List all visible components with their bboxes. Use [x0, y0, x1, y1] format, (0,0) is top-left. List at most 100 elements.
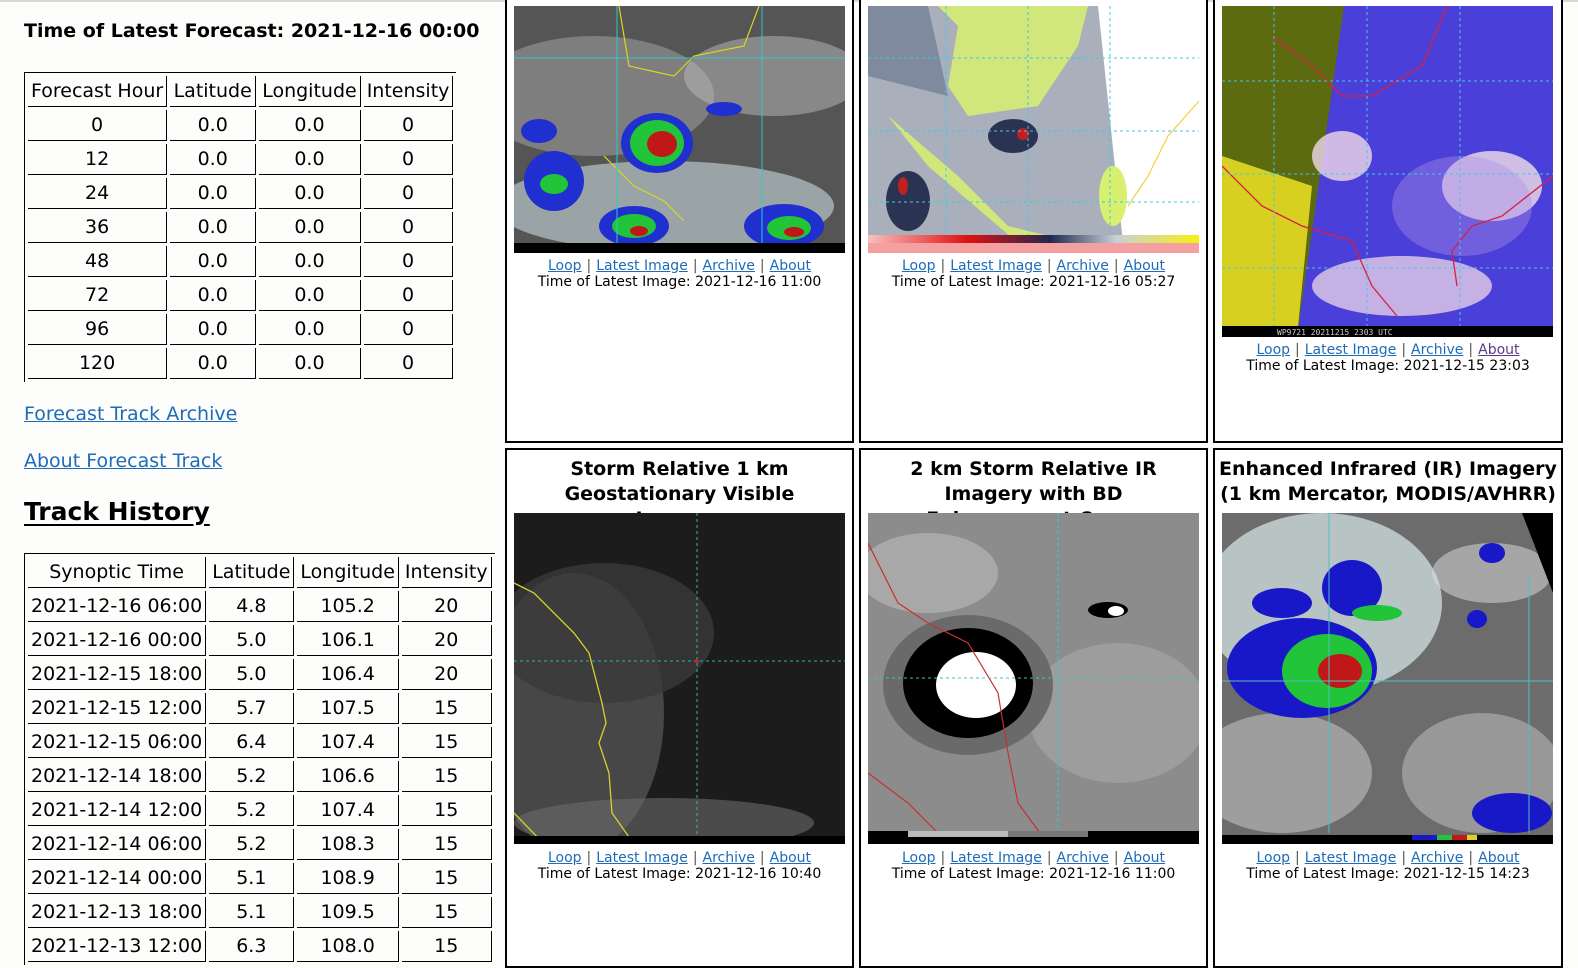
latest-image-time: Time of Latest Image: 2021-12-16 11:00 [537, 274, 822, 290]
forecast-table-header: Forecast Hour Latitude Longitude Intensi… [28, 76, 454, 107]
archive-link[interactable]: Archive [1411, 850, 1463, 866]
satellite-image-enhanced-ir[interactable] [1222, 513, 1553, 844]
table-row: 2021-12-14 12:00 5.2 107.4 15 [28, 795, 492, 826]
table-cell: 2021-12-16 00:00 [28, 625, 207, 656]
table-cell: 5.2 [209, 829, 295, 860]
archive-link[interactable]: Archive [1057, 850, 1109, 866]
archive-link[interactable]: Archive [1057, 258, 1109, 274]
table-cell: 0 [363, 314, 454, 345]
about-link[interactable]: About [770, 850, 811, 866]
table-cell: 2021-12-14 06:00 [28, 829, 207, 860]
table-cell: 15 [401, 727, 492, 758]
latest-image-time: Time of Latest Image: 2021-12-16 11:00 [891, 866, 1176, 882]
loop-link[interactable]: Loop [548, 258, 582, 274]
separator: | [1113, 850, 1119, 866]
forecast-table: Forecast Hour Latitude Longitude Intensi… [24, 72, 457, 382]
archive-link[interactable]: Archive [703, 258, 755, 274]
table-cell: 5.2 [209, 795, 295, 826]
panel-caption: Loop | Latest Image | Archive | About Time of … [1215, 850, 1561, 882]
separator: | [1468, 342, 1474, 358]
table-cell: 2021-12-13 12:00 [28, 931, 207, 962]
latest-image-time: Time of Latest Image: 2021-12-15 14:23 [1246, 866, 1530, 882]
loop-link[interactable]: Loop [902, 258, 936, 274]
table-cell: 2021-12-15 18:00 [28, 659, 207, 690]
panel-links: Loop | Latest Image | Archive | About [1215, 342, 1561, 358]
table-cell: 0.0 [170, 144, 257, 175]
table-row: 2021-12-16 00:00 5.0 106.1 20 [28, 625, 492, 656]
table-cell: 107.4 [297, 795, 399, 826]
imagery-panel-visible: Storm Relative 1 km Geostationary Visibl… [505, 448, 854, 968]
table-cell: 6.3 [209, 931, 295, 962]
col-intensity: Intensity [401, 557, 492, 588]
latest-image-link[interactable]: Latest Image [596, 850, 688, 866]
about-link[interactable]: About [770, 258, 811, 274]
table-cell: 0 [363, 144, 454, 175]
panel-caption: Loop | Latest Image | Archive | About Time of … [861, 850, 1206, 882]
panel-caption: Loop | Latest Image | Archive | About Time of … [1215, 342, 1561, 374]
loop-link[interactable]: Loop [902, 850, 936, 866]
table-cell: 105.2 [297, 591, 399, 622]
satellite-image-test[interactable] [868, 6, 1199, 253]
loop-link[interactable]: Loop [1256, 342, 1290, 358]
archive-link[interactable]: Archive [1411, 342, 1463, 358]
separator: | [1046, 258, 1052, 274]
col-longitude: Longitude [259, 76, 361, 107]
table-cell: 15 [401, 795, 492, 826]
table-row: 24 0.0 0.0 0 [28, 178, 454, 209]
latest-image-link[interactable]: Latest Image [950, 258, 1042, 274]
panel-caption: Loop | Latest Image | Archive | About Time of … [861, 258, 1206, 290]
about-link[interactable]: About [1478, 850, 1519, 866]
table-cell: 0 [363, 212, 454, 243]
table-cell: 0 [363, 280, 454, 311]
satellite-image-rgb[interactable]: WP9721 20211215 2303 UTC [1222, 6, 1553, 337]
imagery-panel-test-image: Loop | Latest Image | Archive | About Time of … [859, 0, 1208, 443]
loop-link[interactable]: Loop [1256, 850, 1290, 866]
forecast-track-archive-link[interactable]: Forecast Track Archive [24, 403, 237, 425]
table-cell: 0.0 [170, 348, 257, 379]
separator: | [1401, 342, 1407, 358]
table-cell: 106.6 [297, 761, 399, 792]
table-cell: 0.0 [170, 280, 257, 311]
table-cell: 15 [401, 829, 492, 860]
separator: | [1468, 850, 1474, 866]
satellite-image-ir[interactable] [514, 6, 845, 253]
table-row: 2021-12-14 18:00 5.2 106.6 15 [28, 761, 492, 792]
track-history-header: Synoptic Time Latitude Longitude Intensi… [28, 557, 492, 588]
about-link[interactable]: About [1478, 342, 1519, 358]
table-cell: 5.0 [209, 659, 295, 690]
table-row: 48 0.0 0.0 0 [28, 246, 454, 277]
archive-link[interactable]: Archive [703, 850, 755, 866]
satellite-image-visible[interactable] [514, 513, 845, 844]
table-cell: 20 [401, 659, 492, 690]
table-cell: 5.0 [209, 625, 295, 656]
separator: | [1295, 850, 1300, 866]
table-row: 2021-12-13 18:00 5.1 109.5 15 [28, 897, 492, 928]
latest-image-link[interactable]: Latest Image [950, 850, 1042, 866]
loop-link[interactable]: Loop [548, 850, 582, 866]
table-cell: 0.0 [259, 110, 361, 141]
table-cell: 0.0 [259, 212, 361, 243]
table-cell: 0.0 [170, 178, 257, 209]
separator: | [1046, 850, 1052, 866]
table-row: 120 0.0 0.0 0 [28, 348, 454, 379]
about-link[interactable]: About [1124, 850, 1165, 866]
table-cell: 15 [401, 931, 492, 962]
table-cell: 2021-12-15 12:00 [28, 693, 207, 724]
latest-image-link[interactable]: Latest Image [596, 258, 688, 274]
separator: | [1113, 258, 1119, 274]
table-cell: 106.1 [297, 625, 399, 656]
table-cell: 0 [363, 246, 454, 277]
panel-links: Loop | Latest Image | Archive | About [507, 258, 852, 274]
separator: | [586, 850, 592, 866]
satellite-image-bd[interactable] [868, 513, 1199, 844]
table-cell: 0.0 [170, 314, 257, 345]
table-cell: 0.0 [259, 280, 361, 311]
about-link[interactable]: About [1124, 258, 1165, 274]
latest-image-link[interactable]: Latest Image [1305, 850, 1397, 866]
table-cell: 6.4 [209, 727, 295, 758]
table-cell: 0.0 [259, 178, 361, 209]
panel-links: Loop | Latest Image | Archive | About [1215, 850, 1561, 866]
latest-image-link[interactable]: Latest Image [1305, 342, 1397, 358]
about-forecast-track-link[interactable]: About Forecast Track [24, 450, 222, 472]
panel-links: Loop | Latest Image | Archive | About [507, 850, 852, 866]
